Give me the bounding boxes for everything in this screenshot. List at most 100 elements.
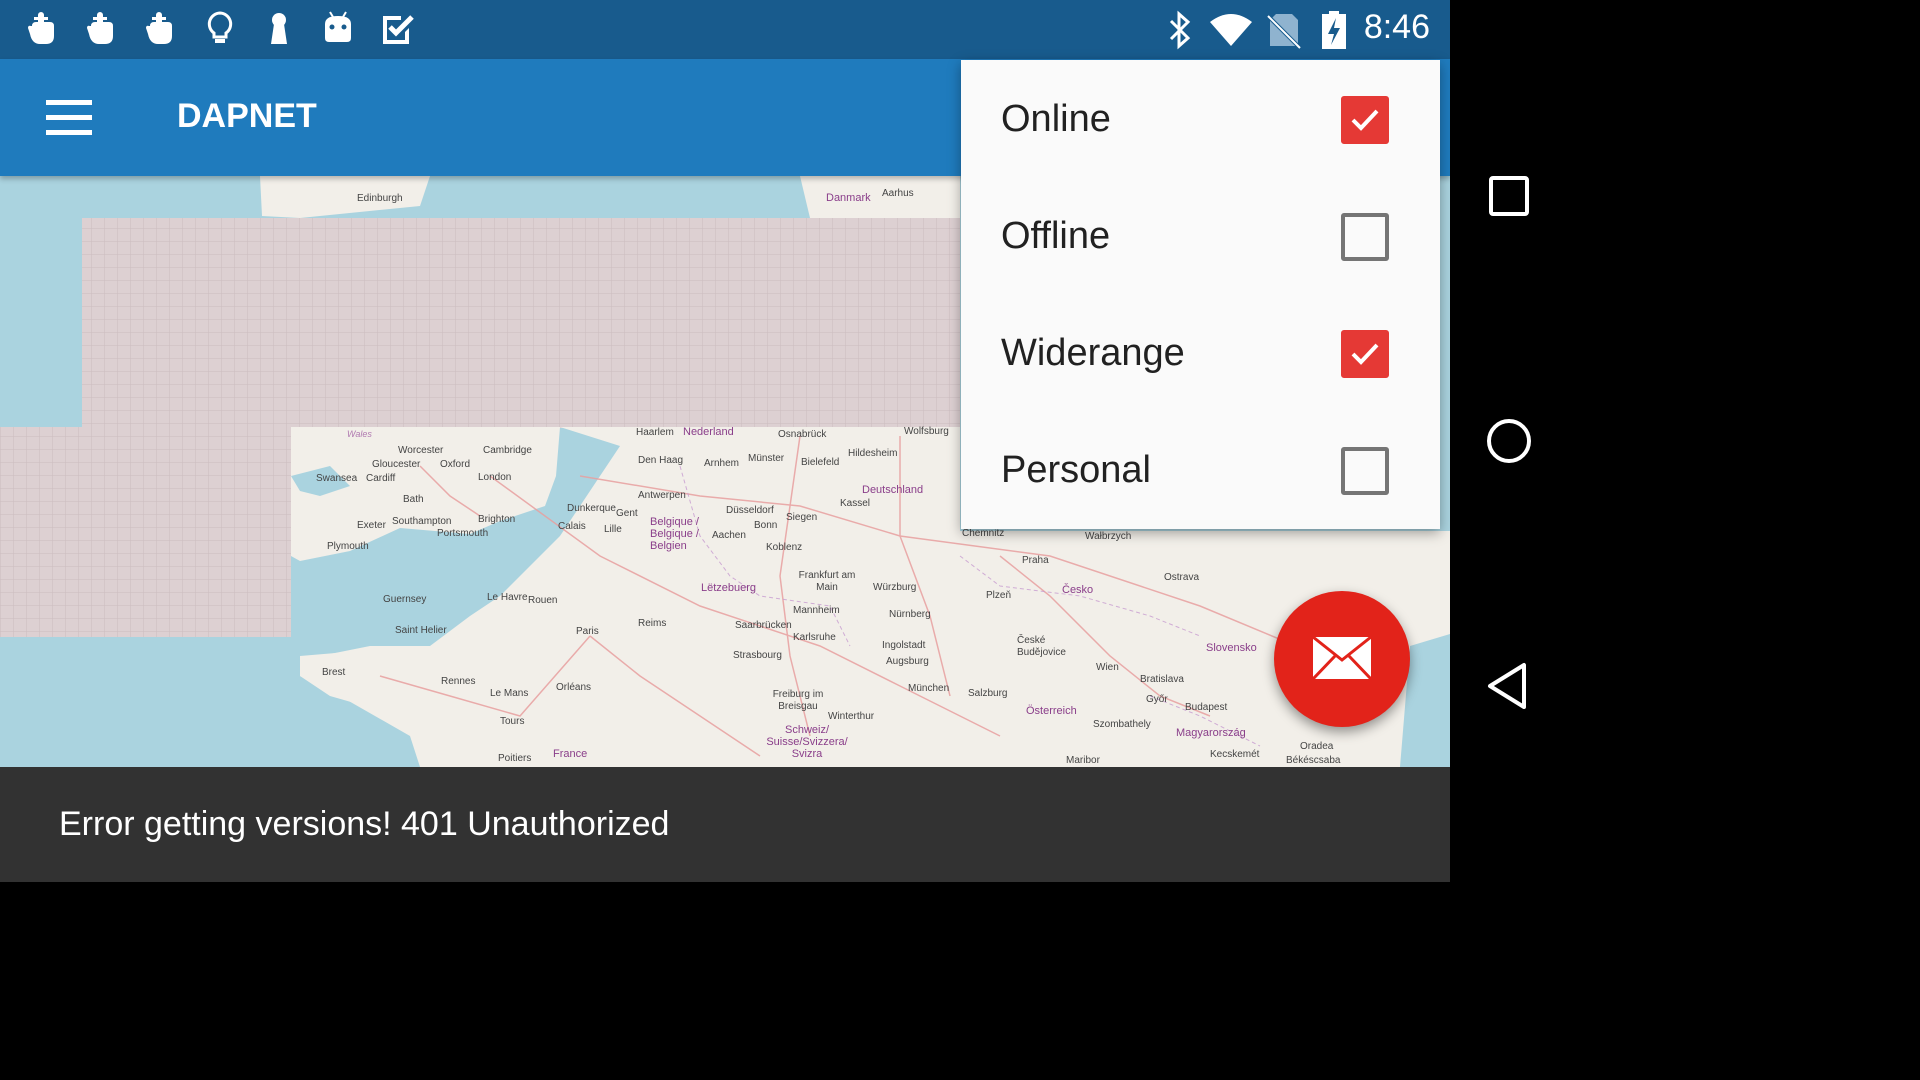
map-label: Düsseldorf [726, 505, 774, 516]
map-label: Aarhus [882, 188, 914, 199]
map-label: Arnhem [704, 458, 740, 469]
map-label: Worcester [398, 445, 444, 456]
map-label: Orléans [556, 682, 592, 693]
map-label: Wolfsburg [904, 426, 949, 437]
map-label: Nederland [683, 426, 734, 438]
snackbar-message: Error getting versions! 401 Unauthorized [59, 805, 670, 843]
map-label: Kassel [840, 498, 871, 509]
map-label: Ostrava [1164, 572, 1200, 583]
map-label: Karlsruhe [793, 632, 836, 643]
menu-item-label: Personal [1001, 449, 1151, 491]
map-label: Kecskemét [1210, 749, 1260, 760]
map-label: Winterthur [828, 711, 875, 722]
checkbox-app-icon [383, 15, 414, 44]
map-label: London [478, 472, 512, 483]
map-label: Augsburg [886, 656, 929, 667]
map-label: Gloucester [372, 459, 421, 470]
map-label: Wales [347, 429, 372, 439]
map-label: Brighton [478, 514, 516, 525]
compose-message-button[interactable] [1274, 591, 1410, 727]
envelope-icon [1312, 636, 1372, 680]
map-label: Budapest [1185, 702, 1228, 713]
system-nav-bar [1450, 0, 1568, 882]
touch-hand-icon [28, 12, 54, 44]
map-label: Lëtzebuerg [701, 582, 757, 594]
map-label: Deutschland [862, 484, 924, 496]
map-label: Guernsey [383, 594, 427, 605]
map-label: Wałbrzych [1085, 531, 1132, 542]
personal-checkbox[interactable] [1341, 447, 1389, 495]
menu-item-offline[interactable]: Offline [961, 177, 1440, 294]
map-label: Swansea [316, 473, 358, 484]
map-label: Le Havre [487, 592, 528, 603]
bluetooth-icon [1169, 10, 1191, 50]
checkmark-icon [1351, 109, 1379, 131]
map-label: Maribor [1066, 755, 1100, 766]
map-label: Den Haag [638, 455, 684, 466]
map-label: Brest [322, 667, 346, 678]
map-label: Paris [576, 626, 599, 637]
map-label: Edinburgh [357, 193, 403, 204]
map-label: Rouen [528, 595, 558, 606]
map-label: Magyarország [1176, 727, 1246, 739]
map-label: Salzburg [968, 688, 1008, 699]
map-label: Plymouth [327, 541, 369, 552]
home-circle-icon[interactable] [1480, 412, 1538, 470]
map-label: Ingolstadt [882, 640, 926, 651]
map-label: Haarlem [636, 427, 674, 438]
map-label: Poitiers [498, 753, 532, 764]
map-label: Cardiff [366, 473, 396, 484]
map-label: Bath [403, 494, 424, 505]
wifi-icon [1210, 14, 1252, 46]
map-label: Calais [558, 521, 586, 532]
map-label: Bratislava [1140, 674, 1184, 685]
map-label: Cambridge [483, 445, 532, 456]
map-label: München [908, 683, 950, 694]
online-checkbox[interactable] [1341, 96, 1389, 144]
app-title: DAPNET [177, 97, 317, 135]
map-label: Saint Helier [395, 625, 447, 636]
map-label: Freiburg im Breisgau [772, 689, 824, 712]
snackbar: Error getting versions! 401 Unauthorized [0, 767, 1450, 882]
map-label: Münster [748, 453, 785, 464]
android-robot-icon [325, 11, 351, 42]
map-label: Reims [638, 618, 667, 629]
map-label: Saarbrücken [735, 620, 792, 631]
menu-item-label: Online [1001, 98, 1111, 140]
touch-hand-icon [87, 12, 113, 44]
map-label: Česko [1062, 584, 1094, 596]
map-label: Mannheim [793, 605, 840, 616]
back-triangle-icon[interactable] [1480, 657, 1538, 715]
recents-square-icon[interactable] [1480, 167, 1538, 225]
map-label: Rennes [441, 676, 476, 687]
map-label: Tours [500, 716, 525, 727]
map-label: Slovensko [1206, 642, 1257, 654]
map-label: Chemnitz [962, 528, 1005, 539]
menu-item-label: Offline [1001, 215, 1111, 257]
map-label: Wien [1096, 662, 1119, 673]
map-label: Portsmouth [437, 528, 489, 539]
offline-checkbox[interactable] [1341, 213, 1389, 261]
checkmark-icon [1351, 343, 1379, 365]
battery-charging-icon [1322, 11, 1346, 49]
map-label: Danmark [826, 192, 871, 204]
map-label: France [553, 748, 588, 760]
map-label: Schweiz/ Suisse/Svizzera/ Svizra [766, 724, 848, 760]
map-label: Békéscsaba [1286, 755, 1341, 766]
map-label: Győr [1146, 694, 1168, 705]
map-label: Nürnberg [889, 609, 931, 620]
widerange-checkbox[interactable] [1341, 330, 1389, 378]
lightbulb-icon [207, 11, 233, 43]
map-label: Osnabrück [778, 429, 827, 440]
no-sim-icon [1266, 14, 1302, 50]
map-label: Strasbourg [733, 650, 782, 661]
map-label: Aachen [712, 530, 746, 541]
menu-item-widerange[interactable]: Widerange [961, 294, 1440, 411]
map-label: Le Mans [490, 688, 529, 699]
menu-item-personal[interactable]: Personal [961, 411, 1440, 528]
hamburger-menu-icon[interactable] [40, 95, 96, 143]
map-label: Siegen [786, 512, 818, 523]
keyhole-icon [271, 13, 287, 44]
menu-item-label: Widerange [1001, 332, 1185, 374]
menu-item-online[interactable]: Online [961, 60, 1440, 177]
